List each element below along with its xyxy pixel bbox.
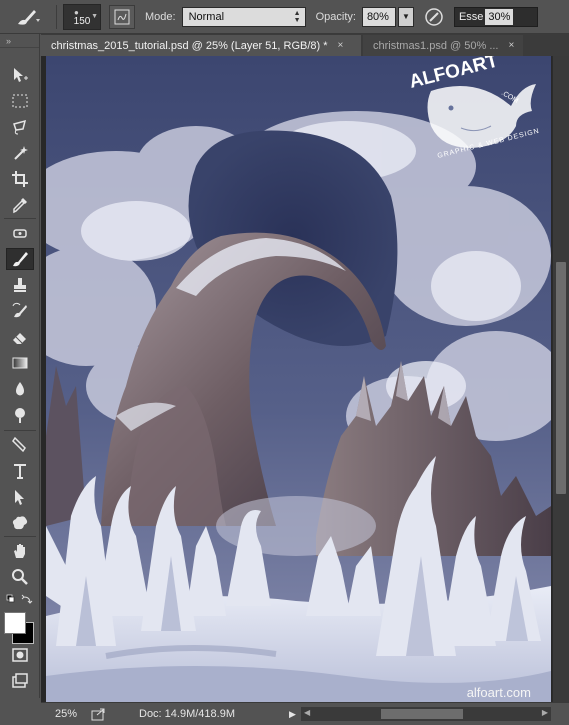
blur-icon[interactable]: [6, 378, 34, 400]
brush-icon: [18, 9, 40, 25]
zoom-level[interactable]: 25%: [41, 708, 83, 720]
blend-mode-select[interactable]: Normal ▲ ▼: [181, 6, 306, 27]
document-tabs: christmas_2015_tutorial.psd @ 25% (Layer…: [41, 34, 569, 56]
default-colors-icon[interactable]: [6, 594, 36, 608]
lasso-icon[interactable]: [6, 116, 34, 138]
clone-stamp-icon[interactable]: [6, 274, 34, 296]
chevron-down-icon: ▼: [91, 12, 98, 20]
type-icon[interactable]: [6, 460, 34, 482]
quick-mask-icon[interactable]: [6, 644, 34, 666]
options-bar: ● 150 ▼ Mode: Normal ▲ ▼ Opacity: 80% ▼ E…: [0, 0, 569, 34]
vertical-scrollbar[interactable]: [552, 56, 569, 702]
chevron-down-icon: ▼: [401, 12, 410, 21]
move-tool-icon[interactable]: [6, 64, 34, 86]
opacity-label: Opacity:: [315, 10, 356, 23]
path-selection-icon[interactable]: [6, 486, 34, 508]
separator: [4, 430, 36, 431]
canvas-area[interactable]: ALFOART .COM GRAPHIC & WEB DESIGN alfoar…: [41, 56, 569, 702]
foreground-color-swatch[interactable]: [4, 612, 26, 634]
eraser-icon[interactable]: [6, 326, 34, 348]
close-icon[interactable]: ×: [509, 40, 515, 51]
spot-healing-icon[interactable]: [6, 222, 34, 244]
flow-value: 30%: [485, 8, 514, 25]
dodge-icon[interactable]: [6, 404, 34, 426]
brush-size-value: 150: [73, 15, 91, 27]
flow-input[interactable]: Esse 30%: [453, 6, 538, 27]
brush-tip-icon: ●: [74, 7, 79, 17]
scroll-thumb[interactable]: [556, 262, 566, 494]
tab-christmas1[interactable]: christmas1.psd @ 50% ... ×: [363, 35, 523, 56]
eyedropper-icon[interactable]: [6, 194, 34, 216]
document-size-info: Doc: 14.9M/418.9M: [139, 708, 235, 720]
brush-preset-picker[interactable]: ● 150 ▼: [63, 3, 101, 30]
updown-arrows-icon: ▲ ▼: [293, 9, 301, 24]
screen-mode-icon[interactable]: [6, 670, 34, 692]
gradient-icon[interactable]: [6, 352, 34, 374]
custom-shape-icon[interactable]: [6, 512, 34, 534]
flow-label: Esse: [458, 10, 484, 23]
magic-wand-icon[interactable]: [6, 142, 34, 164]
horizontal-scrollbar[interactable]: ◀ ▶: [301, 707, 551, 721]
pen-pressure-icon: [425, 7, 443, 26]
tab-christmas-2015-tutorial[interactable]: christmas_2015_tutorial.psd @ 25% (Layer…: [41, 35, 361, 56]
status-menu-arrow-icon[interactable]: ▶: [289, 709, 301, 720]
crop-icon[interactable]: [6, 168, 34, 190]
rectangular-marquee-icon[interactable]: [6, 90, 34, 112]
separator: [4, 536, 36, 537]
mode-label: Mode:: [145, 10, 176, 23]
share-icon[interactable]: [89, 706, 109, 722]
tool-preset-picker[interactable]: [6, 5, 50, 29]
toggle-brush-panel-button[interactable]: [109, 4, 135, 29]
fantasy-winter-artwork: ALFOART .COM GRAPHIC & WEB DESIGN: [46, 56, 551, 702]
scroll-left-icon[interactable]: ◀: [304, 708, 310, 717]
panel-collapse-icon[interactable]: »: [0, 34, 39, 48]
separator: [4, 218, 36, 219]
blend-mode-value: Normal: [188, 10, 225, 23]
brush-tool-icon[interactable]: [6, 248, 34, 270]
tools-panel: »: [0, 34, 40, 698]
watermark-text: alfoart.com: [466, 685, 531, 700]
document-canvas[interactable]: ALFOART .COM GRAPHIC & WEB DESIGN alfoar…: [46, 56, 551, 702]
separator: [56, 4, 57, 29]
pen-icon[interactable]: [6, 434, 34, 456]
opacity-value: 80%: [366, 10, 389, 23]
brush-panel-icon: [114, 9, 130, 24]
tab-label: christmas_2015_tutorial.psd @ 25% (Layer…: [51, 39, 328, 52]
scroll-thumb[interactable]: [381, 709, 463, 719]
history-brush-icon[interactable]: [6, 300, 34, 322]
status-bar: 25% Doc: 14.9M/418.9M ▶ ◀ ▶: [41, 702, 569, 725]
close-icon[interactable]: ×: [338, 40, 344, 51]
opacity-dropdown-button[interactable]: ▼: [397, 6, 414, 27]
zoom-icon[interactable]: [6, 566, 34, 588]
scroll-right-icon[interactable]: ▶: [542, 708, 548, 717]
opacity-input[interactable]: 80%: [361, 6, 396, 27]
pressure-opacity-button[interactable]: [422, 5, 446, 29]
hand-icon[interactable]: [6, 540, 34, 562]
tab-label: christmas1.psd @ 50% ...: [373, 39, 499, 52]
